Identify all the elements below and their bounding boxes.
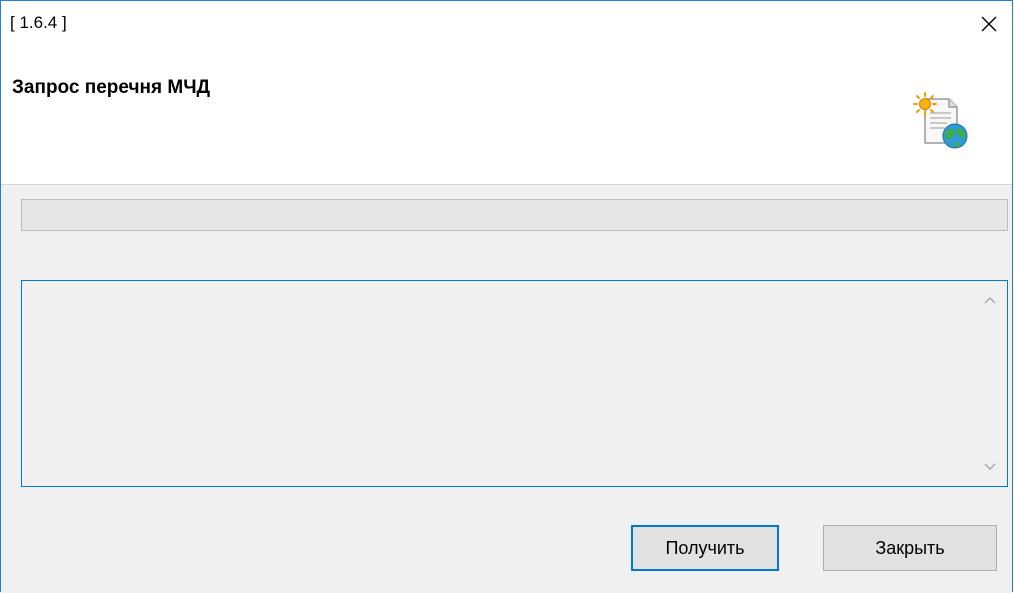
document-globe-icon [913,92,968,149]
log-textarea[interactable] [21,280,1008,487]
title-bar: [ 1.6.4 ] [1,1,1012,47]
chevron-down-icon [984,463,996,471]
dialog-header: Запрос перечня МЧД [1,47,1012,185]
window-title: [ 1.6.4 ] [10,13,67,32]
dialog-title: Запрос перечня МЧД [12,77,211,98]
dialog-window: [ 1.6.4 ] Запрос перечня МЧД Получить За… [0,0,1013,593]
get-button[interactable]: Получить [631,525,779,571]
close-window-button[interactable] [966,1,1012,47]
vertical-scrollbar[interactable] [973,281,1007,486]
chevron-up-icon [984,296,996,304]
scroll-down-button[interactable] [973,450,1007,484]
scroll-up-button[interactable] [973,283,1007,317]
dialog-content: Получить Закрыть [1,185,1012,593]
close-button[interactable]: Закрыть [823,525,997,571]
close-icon [981,16,997,32]
progress-bar [21,199,1008,231]
